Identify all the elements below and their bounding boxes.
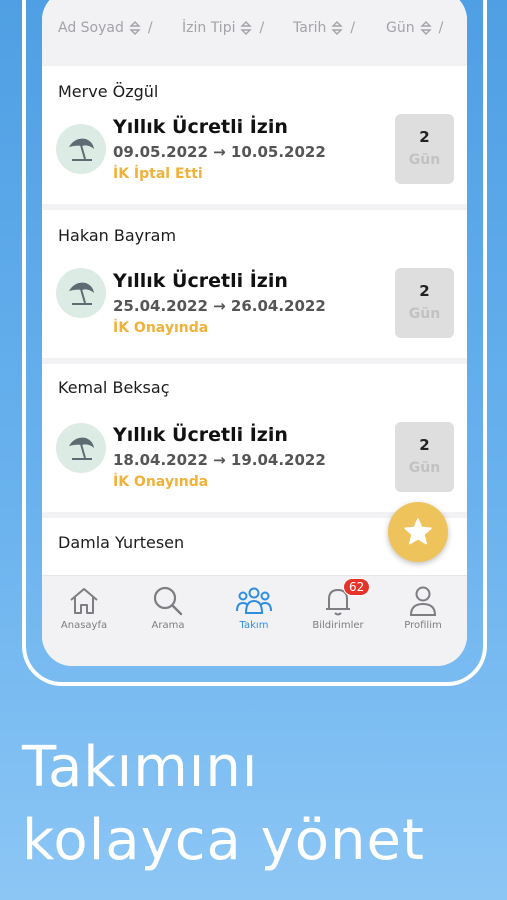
sort-date[interactable]: Tarih /	[293, 20, 355, 36]
employee-name: Kemal Beksaç	[58, 378, 170, 397]
sort-label: İzin Tipi	[182, 20, 236, 36]
leave-status: İK Onayında	[113, 320, 209, 336]
day-count-box: 2 Gün	[395, 114, 454, 184]
leave-type: Yıllık Ücretli İzin	[113, 116, 288, 138]
tab-label: Profilim	[404, 620, 442, 631]
day-count-box: 2 Gün	[395, 422, 454, 492]
tab-label: Anasayfa	[60, 620, 108, 631]
leave-card[interactable]: Kemal Beksaç Yıllık Ücretli İzin 18.04.2…	[42, 364, 467, 512]
sort-name[interactable]: Ad Soyad /	[58, 20, 153, 36]
leave-status: İK İptal Etti	[113, 166, 203, 182]
sort-arrows-icon	[129, 21, 141, 35]
sort-arrows-icon	[240, 21, 253, 35]
leave-dates: 25.04.2022 → 26.04.2022	[113, 297, 326, 315]
sort-type[interactable]: İzin Tipi /	[182, 20, 264, 36]
leave-dates: 18.04.2022 → 19.04.2022	[113, 451, 326, 469]
tab-profile[interactable]: Profilim	[383, 584, 463, 631]
favorites-button[interactable]	[388, 502, 448, 562]
notification-badge: 62	[343, 578, 371, 596]
sort-label: Ad Soyad	[58, 20, 124, 36]
promo-headline-line2: kolayca yönet	[22, 808, 425, 873]
team-icon	[214, 584, 294, 618]
sort-separator: /	[259, 20, 265, 36]
leave-status: İK Onayında	[113, 474, 209, 490]
leave-dates: 09.05.2022 → 10.05.2022	[113, 143, 326, 161]
tab-search[interactable]: Arama	[128, 584, 208, 631]
day-unit: Gün	[408, 306, 441, 322]
day-unit: Gün	[408, 460, 441, 476]
beach-umbrella-icon	[56, 268, 106, 318]
phone-screen: Ad Soyad / İzin Tipi / Tarih / Gün / Mer…	[42, 0, 467, 666]
leave-type: Yıllık Ücretli İzin	[113, 424, 288, 446]
tab-label: Takım	[239, 620, 269, 631]
sort-label: Gün	[386, 20, 415, 36]
day-count: 2	[419, 128, 430, 146]
bell-icon: 62	[298, 578, 378, 618]
tab-home[interactable]: Anasayfa	[44, 584, 124, 631]
sort-label: Tarih	[293, 20, 327, 36]
leave-card[interactable]: Hakan Bayram Yıllık Ücretli İzin 25.04.2…	[42, 210, 467, 358]
sort-separator: /	[350, 20, 356, 36]
sort-arrows-icon	[331, 21, 344, 35]
star-icon	[404, 518, 432, 545]
beach-umbrella-icon	[56, 423, 106, 473]
bottom-tab-bar: Anasayfa Arama Takım 62 Bildirimler Prof…	[42, 575, 467, 645]
leave-card[interactable]: Merve Özgül Yıllık Ücretli İzin 09.05.20…	[42, 66, 467, 204]
employee-name: Hakan Bayram	[58, 226, 177, 245]
sort-bar: Ad Soyad / İzin Tipi / Tarih / Gün /	[42, 0, 467, 56]
tab-team[interactable]: Takım	[214, 584, 294, 631]
beach-umbrella-icon	[56, 124, 106, 174]
day-count-box: 2 Gün	[395, 268, 454, 338]
sort-separator: /	[147, 20, 153, 36]
promo-headline-line1: Takımını	[22, 735, 259, 800]
sort-arrows-icon	[419, 21, 432, 35]
home-icon	[44, 584, 124, 618]
day-unit: Gün	[408, 152, 441, 168]
tab-label: Bildirimler	[312, 620, 364, 631]
sort-separator: /	[438, 20, 444, 36]
leave-type: Yıllık Ücretli İzin	[113, 270, 288, 292]
tab-notifications[interactable]: 62 Bildirimler	[298, 578, 378, 631]
employee-name: Merve Özgül	[58, 82, 159, 101]
employee-name: Damla Yurtesen	[58, 533, 185, 552]
day-count: 2	[419, 436, 430, 454]
day-count: 2	[419, 282, 430, 300]
sort-days[interactable]: Gün /	[386, 20, 443, 36]
user-icon	[383, 584, 463, 618]
search-icon	[128, 584, 208, 618]
tab-label: Arama	[151, 620, 185, 631]
